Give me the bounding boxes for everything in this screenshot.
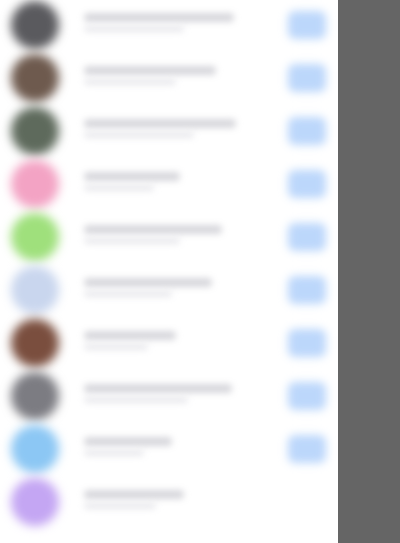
list-item-action-button[interactable] bbox=[288, 223, 326, 251]
list-item-text bbox=[84, 490, 184, 514]
list-item-title bbox=[84, 331, 176, 340]
list-item[interactable] bbox=[0, 53, 338, 103]
list-item[interactable] bbox=[0, 106, 338, 156]
avatar[interactable] bbox=[11, 319, 59, 367]
list-item[interactable] bbox=[0, 0, 338, 50]
list-item-text bbox=[84, 278, 212, 302]
user-list bbox=[0, 0, 338, 543]
list-item-text bbox=[84, 172, 180, 196]
list-item-title bbox=[84, 437, 172, 446]
list-item-subtitle bbox=[84, 238, 180, 244]
list-item-text bbox=[84, 225, 222, 249]
list-item-subtitle bbox=[84, 397, 188, 403]
list-item-text bbox=[84, 437, 172, 461]
list-item-subtitle bbox=[84, 79, 176, 85]
list-item[interactable] bbox=[0, 318, 338, 368]
list-item-action-button[interactable] bbox=[288, 11, 326, 39]
list-item-action-button[interactable] bbox=[288, 276, 326, 304]
avatar[interactable] bbox=[11, 54, 59, 102]
list-item-title bbox=[84, 172, 180, 181]
list-item-subtitle bbox=[84, 132, 194, 138]
avatar[interactable] bbox=[11, 1, 59, 49]
list-item-action-button[interactable] bbox=[288, 329, 326, 357]
avatar[interactable] bbox=[11, 213, 59, 261]
list-item-action-button[interactable] bbox=[288, 382, 326, 410]
list-item-action-button[interactable] bbox=[288, 435, 326, 463]
list-item-title bbox=[84, 119, 236, 128]
list-item[interactable] bbox=[0, 477, 338, 527]
avatar[interactable] bbox=[11, 266, 59, 314]
avatar[interactable] bbox=[11, 160, 59, 208]
list-item-text bbox=[84, 119, 236, 143]
list-item-subtitle bbox=[84, 450, 144, 456]
list-item-text bbox=[84, 384, 232, 408]
list-item-text bbox=[84, 66, 216, 90]
list-item-text bbox=[84, 13, 234, 37]
list-item-action-button[interactable] bbox=[288, 170, 326, 198]
list-item-subtitle bbox=[84, 503, 156, 509]
list-item-text bbox=[84, 331, 176, 355]
list-item[interactable] bbox=[0, 159, 338, 209]
avatar[interactable] bbox=[11, 425, 59, 473]
list-item-title bbox=[84, 225, 222, 234]
list-item-title bbox=[84, 66, 216, 75]
list-item[interactable] bbox=[0, 265, 338, 315]
list-item-subtitle bbox=[84, 344, 148, 350]
list-item[interactable] bbox=[0, 371, 338, 421]
list-item-title bbox=[84, 278, 212, 287]
list-item-title bbox=[84, 490, 184, 499]
overlay-scrim[interactable] bbox=[338, 0, 400, 543]
avatar[interactable] bbox=[11, 372, 59, 420]
avatar[interactable] bbox=[11, 107, 59, 155]
list-item[interactable] bbox=[0, 424, 338, 474]
list-item-subtitle bbox=[84, 291, 172, 297]
list-item-title bbox=[84, 13, 234, 22]
list-item[interactable] bbox=[0, 212, 338, 262]
list-item-title bbox=[84, 384, 232, 393]
list-item-subtitle bbox=[84, 26, 184, 32]
list-item-action-button[interactable] bbox=[288, 117, 326, 145]
avatar[interactable] bbox=[11, 478, 59, 526]
list-item-subtitle bbox=[84, 185, 154, 191]
list-item-action-button[interactable] bbox=[288, 64, 326, 92]
